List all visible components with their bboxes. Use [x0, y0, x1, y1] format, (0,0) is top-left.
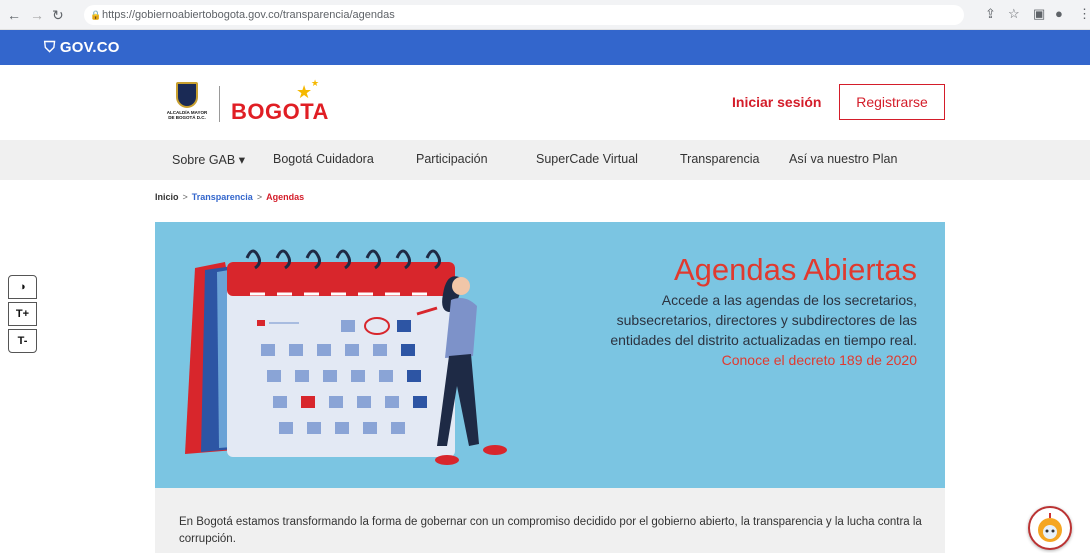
- reload-icon[interactable]: ↻: [52, 6, 64, 24]
- forward-icon[interactable]: →: [30, 6, 44, 24]
- crest-shield-icon: [176, 82, 198, 108]
- chat-bot-face-icon: [1038, 513, 1062, 542]
- decree-link[interactable]: Conoce el decreto 189 de 2020: [722, 352, 917, 368]
- address-bar[interactable]: 🔒 https://gobiernoabiertobogota.gov.co/t…: [84, 5, 964, 25]
- star-icon[interactable]: ☆: [1008, 6, 1020, 22]
- breadcrumb-home[interactable]: Inicio: [155, 192, 179, 202]
- register-button[interactable]: Registrarse: [839, 84, 945, 120]
- logo-divider: [219, 86, 220, 122]
- star-logo-icon: ★: [296, 82, 313, 102]
- login-link[interactable]: Iniciar sesión: [732, 94, 821, 110]
- increase-text-button[interactable]: T+: [8, 302, 37, 326]
- gov-co-bar: ⛉ GOV.CO: [0, 30, 1090, 65]
- calendar-illustration: [185, 249, 507, 465]
- gov-co-logo[interactable]: ⛉ GOV.CO: [44, 39, 120, 56]
- intro-text: En Bogotá estamos transformando la forma…: [179, 516, 922, 545]
- hero-banner: Agendas Abiertas Accede a las agendas de…: [155, 222, 945, 488]
- lock-icon: 🔒: [90, 10, 102, 20]
- profile-icon[interactable]: ●: [1055, 6, 1063, 21]
- menu-item-supercade-virtual[interactable]: SuperCade Virtual: [536, 152, 638, 166]
- hero-title: Agendas Abiertas: [673, 252, 917, 287]
- menu-item-plan[interactable]: Así va nuestro Plan: [789, 152, 897, 166]
- chat-bot-icon[interactable]: [1028, 506, 1072, 550]
- small-star-icon: ★: [311, 78, 320, 88]
- hero-description-line-3: entidades del distrito actualizadas en t…: [610, 332, 917, 348]
- menu-item-participacion[interactable]: Participación: [416, 152, 488, 166]
- browser-toolbar: ← → ↻ 🔒 https://gobiernoabiertobogota.go…: [0, 0, 1090, 30]
- shield-icon: ⛉: [44, 39, 56, 56]
- breadcrumb-transparencia[interactable]: Transparencia: [192, 192, 253, 202]
- bogota-logo[interactable]: BOGOTA: [231, 99, 329, 125]
- alcaldia-crest-logo[interactable]: ALCALDÍA MAYOR DE BOGOTÁ D.C.: [166, 82, 208, 124]
- breadcrumb: Inicio > Transparencia > Agendas: [155, 192, 305, 202]
- breadcrumb-current: Agendas: [266, 192, 305, 202]
- hero-description-line-1: Accede a las agendas de los secretarios,: [661, 292, 917, 308]
- decrease-text-button[interactable]: T-: [8, 329, 37, 353]
- menu-item-sobre-gab[interactable]: Sobre GAB ▾: [172, 152, 245, 167]
- url-text: https://gobiernoabiertobogota.gov.co/tra…: [102, 9, 395, 21]
- menu-item-bogota-cuidadora[interactable]: Bogotá Cuidadora: [273, 152, 374, 166]
- hero-description-line-2: subsecretarios, directores y subdirector…: [616, 312, 917, 328]
- intro-section: En Bogotá estamos transformando la forma…: [155, 488, 945, 553]
- crest-text: ALCALDÍA MAYOR DE BOGOTÁ D.C.: [166, 110, 208, 120]
- menu-dots-icon[interactable]: ⋮: [1078, 6, 1090, 22]
- back-icon[interactable]: ←: [7, 6, 21, 24]
- menu-item-transparencia[interactable]: Transparencia: [680, 152, 759, 166]
- main-menu: Sobre GAB ▾ Bogotá Cuidadora Participaci…: [0, 140, 1090, 180]
- sidebar-icon[interactable]: ▣: [1033, 6, 1045, 22]
- share-icon[interactable]: ⇪: [985, 6, 996, 22]
- contrast-button[interactable]: ◑: [8, 275, 37, 299]
